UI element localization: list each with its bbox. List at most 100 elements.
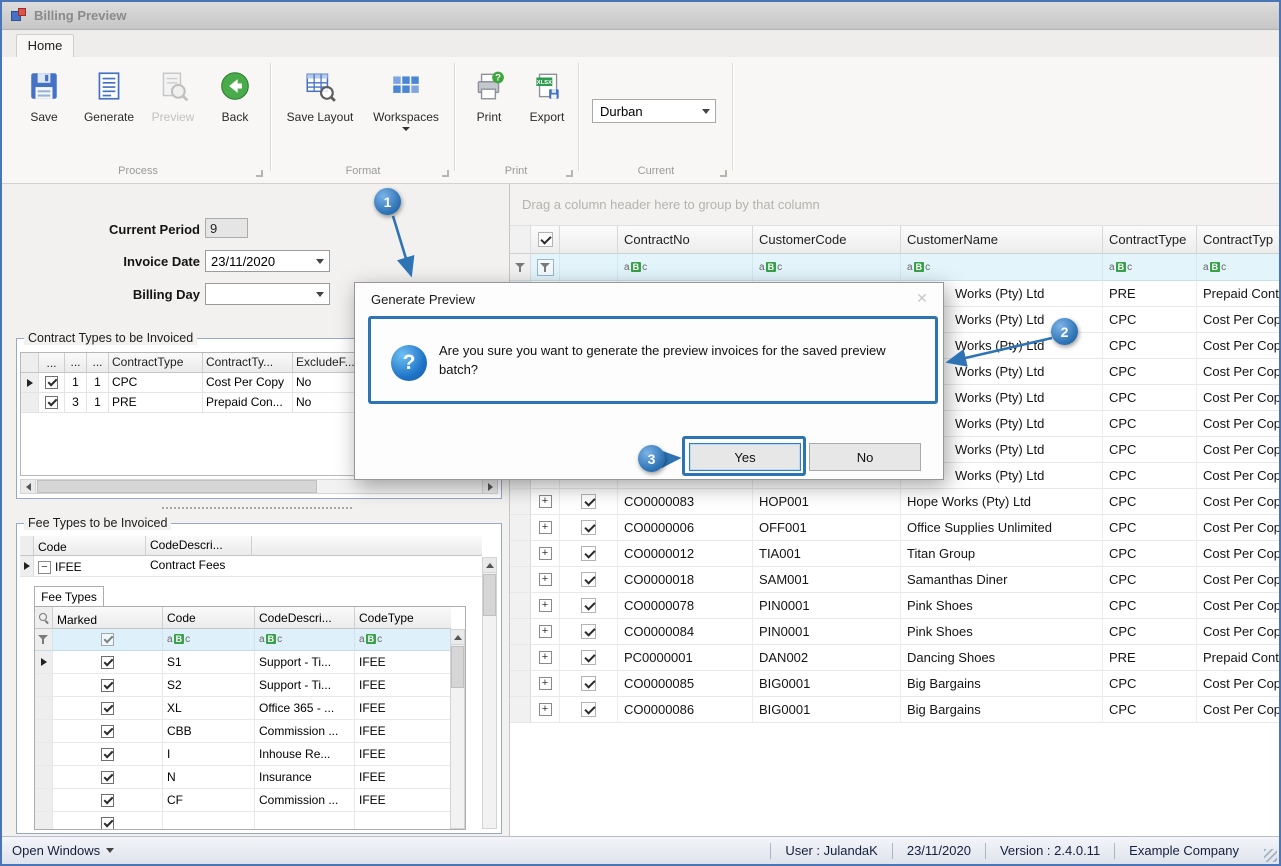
table-row[interactable]: CO0000084PIN0001Pink ShoesCPCCost Per Co… xyxy=(510,619,1279,645)
table-row[interactable]: XL Office 365 - ... IFEE xyxy=(35,697,465,720)
table-row[interactable]: CBB Commission ... IFEE xyxy=(35,720,465,743)
filter-marked[interactable] xyxy=(53,629,163,651)
filter-codedescription[interactable]: aBc xyxy=(255,629,355,651)
collapse-icon[interactable] xyxy=(38,560,51,574)
close-icon[interactable] xyxy=(913,289,931,307)
scroll-left-button[interactable] xyxy=(21,480,36,493)
header-exclude[interactable]: ExcludeF... xyxy=(293,353,363,373)
table-row[interactable]: CO0000018SAM001Samanthas DinerCPCCost Pe… xyxy=(510,567,1279,593)
checkbox[interactable] xyxy=(101,816,114,829)
table-row[interactable]: CO0000085BIG0001Big BargainsCPCCost Per … xyxy=(510,671,1279,697)
checkbox[interactable] xyxy=(101,770,114,784)
checkbox[interactable] xyxy=(45,376,58,389)
group-by-panel[interactable]: Drag a column header here to group by th… xyxy=(510,184,1279,226)
table-row[interactable]: CO0000006OFF001Office Supplies Unlimited… xyxy=(510,515,1279,541)
table-row[interactable]: CO0000078PIN0001Pink ShoesCPCCost Per Co… xyxy=(510,593,1279,619)
expand-button[interactable] xyxy=(538,495,552,508)
header-customercode[interactable]: CustomerCode xyxy=(753,226,901,254)
header-codetype[interactable]: CodeType xyxy=(355,607,451,629)
fee-vertical-scrollbar[interactable] xyxy=(482,557,497,829)
detail-vertical-scrollbar[interactable] xyxy=(450,629,465,829)
table-row[interactable]: CO0000086BIG0001Big BargainsCPCCost Per … xyxy=(510,697,1279,723)
filter-contracttypedesc[interactable]: aBc xyxy=(1197,254,1279,281)
checkbox[interactable] xyxy=(101,747,114,761)
combo-dropdown-button[interactable] xyxy=(311,284,329,304)
table-row[interactable]: I Inhouse Re... IFEE xyxy=(35,743,465,766)
no-button[interactable]: No xyxy=(809,443,921,471)
header-checkbox-column[interactable] xyxy=(560,226,618,254)
tab-home[interactable]: Home xyxy=(16,34,74,57)
header-checked[interactable]: ... xyxy=(39,353,65,373)
scroll-up-button[interactable] xyxy=(483,558,496,573)
billing-day-combo[interactable] xyxy=(205,283,330,305)
current-period-field[interactable]: 9 xyxy=(205,218,248,238)
save-layout-button[interactable]: Save Layout xyxy=(282,69,358,124)
header-contracttypedesc[interactable]: ContractTyp xyxy=(1197,226,1279,254)
header-contracttypedesc[interactable]: ContractTy... xyxy=(203,353,293,373)
checkbox[interactable] xyxy=(581,624,596,639)
scroll-up-button[interactable] xyxy=(451,630,464,645)
generate-button[interactable]: Generate xyxy=(78,69,140,124)
table-row[interactable]: N Insurance IFEE xyxy=(35,766,465,789)
table-row[interactable]: S2 Support - Ti... IFEE xyxy=(35,674,465,697)
expand-button[interactable] xyxy=(538,625,552,638)
scrollbar-thumb[interactable] xyxy=(451,646,464,688)
expand-button[interactable] xyxy=(538,547,552,560)
checkbox[interactable] xyxy=(45,396,58,409)
save-button[interactable]: Save xyxy=(14,69,74,124)
expand-button[interactable] xyxy=(538,521,552,534)
table-row[interactable]: CF Commission ... IFEE xyxy=(35,789,465,812)
back-button[interactable]: Back xyxy=(206,69,264,124)
table-row[interactable] xyxy=(35,812,465,829)
filter-code[interactable]: aBc xyxy=(163,629,255,651)
header-col2[interactable]: ... xyxy=(87,353,109,373)
checkbox[interactable] xyxy=(101,724,114,738)
combo-dropdown-button[interactable] xyxy=(311,251,329,271)
header-code[interactable]: Code xyxy=(34,536,146,556)
print-button[interactable]: ? Print xyxy=(462,69,516,124)
header-customername[interactable]: CustomerName xyxy=(901,226,1103,254)
filter-button-cell[interactable] xyxy=(531,254,560,281)
filter-contractno[interactable]: aBc xyxy=(618,254,753,281)
checkbox[interactable] xyxy=(581,572,596,587)
checkbox[interactable] xyxy=(101,633,114,646)
expand-button[interactable] xyxy=(538,573,552,586)
invoice-date-combo[interactable]: 23/11/2020 xyxy=(205,250,330,272)
export-button[interactable]: XLSX Export xyxy=(520,69,574,124)
header-codedescription[interactable]: CodeDescri... xyxy=(146,536,252,556)
header-code[interactable]: Code xyxy=(163,607,255,629)
checkbox[interactable] xyxy=(581,676,596,691)
checkbox[interactable] xyxy=(581,546,596,561)
header-col1[interactable]: ... xyxy=(65,353,87,373)
checkbox[interactable] xyxy=(101,701,114,715)
expand-button[interactable] xyxy=(538,651,552,664)
scrollbar-thumb[interactable] xyxy=(483,574,496,616)
resize-grip[interactable] xyxy=(1264,849,1277,862)
current-branch-combo[interactable]: Durban xyxy=(592,99,716,123)
header-marked[interactable]: Marked xyxy=(53,607,163,629)
checkbox[interactable] xyxy=(581,520,596,535)
checkbox[interactable] xyxy=(581,494,596,509)
checkbox[interactable] xyxy=(101,793,114,807)
table-row[interactable]: S1 Support - Ti... IFEE xyxy=(35,651,465,674)
checkbox[interactable] xyxy=(101,678,114,692)
preview-button[interactable]: Preview xyxy=(144,69,202,124)
filter-customername[interactable]: aBc xyxy=(901,254,1103,281)
table-row[interactable]: CO0000083HOP001Hope Works (Pty) LtdCPCCo… xyxy=(510,489,1279,515)
filter-contracttype[interactable]: aBc xyxy=(1103,254,1197,281)
detail-tab-fee-types[interactable]: Fee Types xyxy=(34,586,104,606)
header-codedescription[interactable]: CodeDescri... xyxy=(255,607,355,629)
workspaces-button[interactable]: Workspaces xyxy=(364,69,448,131)
checkbox[interactable] xyxy=(581,702,596,717)
combo-dropdown-button[interactable] xyxy=(697,100,715,122)
filter-codetype[interactable]: aBc xyxy=(355,629,451,651)
table-row[interactable]: PC0000001DAN002Dancing ShoesPREPrepaid C… xyxy=(510,645,1279,671)
horizontal-scrollbar[interactable] xyxy=(20,479,498,494)
select-all-cell[interactable] xyxy=(531,226,560,254)
expand-button[interactable] xyxy=(538,677,552,690)
scrollbar-thumb[interactable] xyxy=(37,480,317,493)
checkbox[interactable] xyxy=(581,650,596,665)
filter-checkbox-cell[interactable] xyxy=(560,254,618,281)
scroll-right-button[interactable] xyxy=(482,480,497,493)
expand-button[interactable] xyxy=(538,703,552,716)
